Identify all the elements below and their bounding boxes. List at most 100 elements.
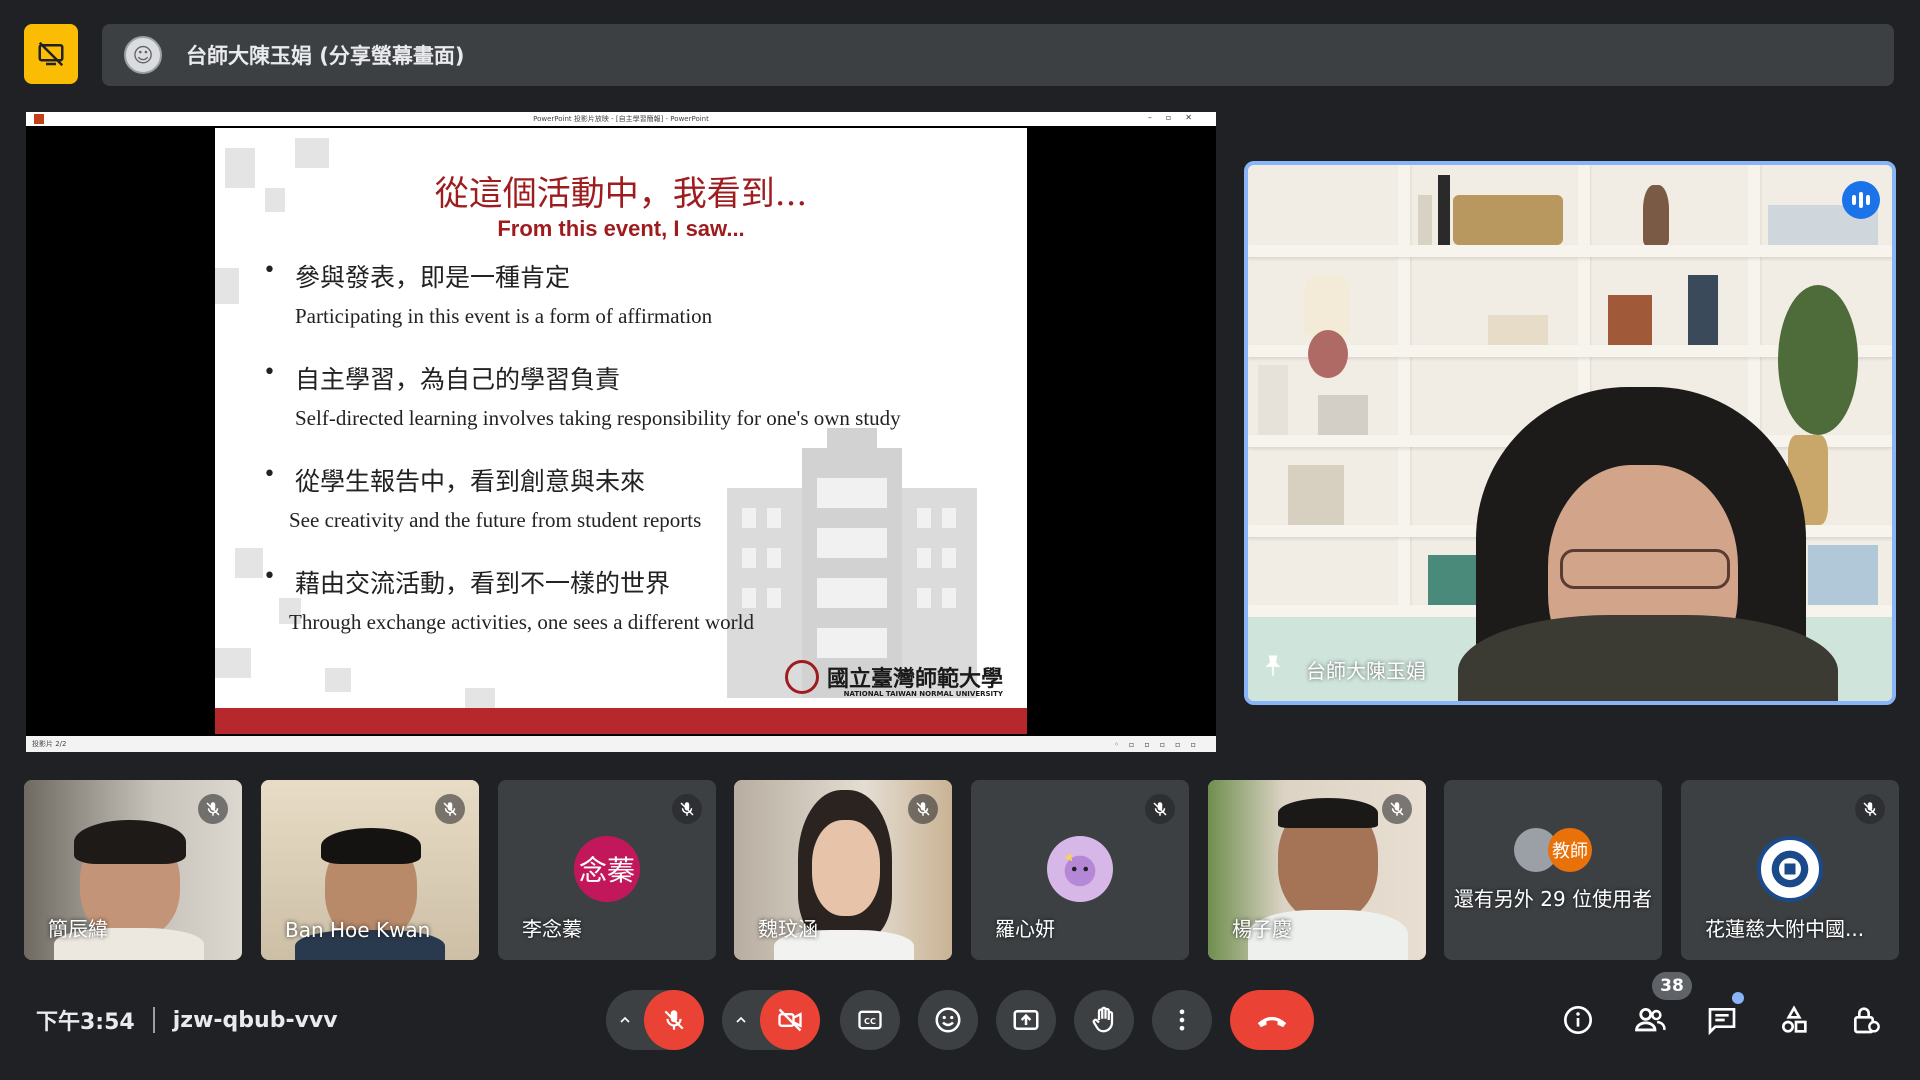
raise-hand-icon (1092, 1006, 1114, 1033)
shelf-lamp-base (1308, 330, 1348, 378)
pin-icon[interactable] (1260, 653, 1286, 685)
slide-decoration (235, 548, 263, 578)
bullet-english: Participating in this event is a form of… (295, 304, 713, 328)
slide-bullet: 從學生報告中，看到創意與未來 See creativity and the fu… (263, 462, 1003, 533)
host-controls-button[interactable] (1842, 996, 1890, 1044)
participant-tile[interactable]: 簡辰緯 (24, 780, 242, 960)
window-controls: –▫✕ (1147, 113, 1206, 122)
slide-subtitle: From this event, I saw... (497, 216, 745, 241)
participant-name: 羅心妍 (995, 917, 1055, 941)
participant-tile[interactable]: 花蓮慈大附中國... (1681, 780, 1899, 960)
participant-tile[interactable]: 羅心妍 (971, 780, 1189, 960)
participant-name: 花蓮慈大附中國... (1705, 917, 1865, 941)
slide-decoration (465, 688, 495, 708)
present-now-button[interactable] (996, 990, 1056, 1050)
camera-control[interactable] (722, 990, 820, 1050)
host-controls-icon (1854, 1007, 1880, 1034)
participant-avatar: 念蓁 (574, 836, 640, 902)
participant-tile[interactable]: Ban Hoe Kwan (261, 780, 479, 960)
view-controls: ◦▫▫▫▫▫ (1114, 739, 1206, 749)
participant-avatar (1757, 836, 1823, 902)
mic-off-icon (435, 794, 465, 824)
presenter-video-tile[interactable]: 台師大陳玉娟 (1244, 161, 1896, 705)
mic-off-icon (198, 794, 228, 824)
participant-face (812, 820, 880, 916)
participant-hair (321, 828, 421, 864)
camera-off-icon[interactable] (760, 990, 820, 1050)
present-screen-icon (1013, 1010, 1039, 1030)
shelf-book (1688, 275, 1718, 345)
more-options-button[interactable] (1152, 990, 1212, 1050)
participant-avatar: 教師 (1548, 828, 1592, 872)
speaking-icon (1842, 181, 1880, 219)
shelf-basket (1453, 195, 1563, 245)
stop-presenting-button[interactable] (24, 24, 78, 84)
bullet-chinese: 從學生報告中，看到創意與未來 (263, 462, 1003, 498)
reactions-button[interactable] (918, 990, 978, 1050)
presenter-name-row: 台師大陳玉娟 (1260, 653, 1426, 685)
presenter-title: 台師大陳玉娟 (分享螢幕畫面) (186, 44, 465, 68)
emoji-icon (935, 1007, 961, 1033)
activities-button[interactable] (1770, 996, 1818, 1044)
participant-hair (1278, 798, 1378, 828)
bullet-english: Through exchange activities, one sees a … (289, 610, 754, 634)
more-participants-tile[interactable]: 教師 還有另外 29 位使用者 (1444, 780, 1662, 960)
participant-hair (74, 820, 186, 864)
slide-decoration (215, 648, 251, 678)
university-seal-icon (784, 660, 819, 694)
captions-button[interactable]: CC (840, 990, 900, 1050)
mic-off-icon (1382, 794, 1412, 824)
meeting-code[interactable]: jzw-qbub-vvv (173, 1008, 338, 1033)
presenter-name: 台師大陳玉娟 (1306, 658, 1426, 683)
participant-tile[interactable]: 念蓁 李念蓁 (498, 780, 716, 960)
presentation-slide: 從這個活動中，我看到... From this event, I saw... … (215, 128, 1027, 734)
university-english-name: NATIONAL TAIWAN NORMAL UNIVERSITY (843, 690, 1003, 698)
slide-counter: 投影片 2/2 (32, 740, 67, 748)
meeting-info-button[interactable] (1554, 996, 1602, 1044)
bullet-english: See creativity and the future from stude… (289, 508, 702, 532)
participant-name: Ban Hoe Kwan (285, 918, 431, 942)
svg-text:CC: CC (864, 1016, 876, 1026)
shelf-book (1418, 195, 1432, 245)
meeting-time: 下午3:54 (36, 1010, 135, 1035)
shelf-vase (1643, 185, 1669, 245)
university-logo: 國立臺灣師範大學 NATIONAL TAIWAN NORMAL UNIVERSI… (784, 660, 1003, 698)
chevron-up-icon[interactable] (606, 990, 644, 1050)
divider (152, 1007, 155, 1033)
university-name: 國立臺灣師範大學 (826, 666, 1003, 692)
captions-icon: CC (858, 1010, 882, 1030)
cartoon-avatar-icon (1064, 853, 1096, 887)
mic-off-icon (1145, 794, 1175, 824)
shelf-book (1258, 365, 1288, 435)
presentation-bar: ☺ 台師大陳玉娟 (分享螢幕畫面) (102, 24, 1894, 86)
chat-icon (1708, 1008, 1736, 1036)
more-options-icon (1179, 1009, 1185, 1031)
slide-bullet: 自主學習，為自己的學習負責 Self-directed learning inv… (263, 360, 1003, 431)
chevron-up-icon[interactable] (722, 990, 760, 1050)
bullet-chinese: 自主學習，為自己的學習負責 (263, 360, 1003, 396)
meeting-details: 下午3:54 jzw-qbub-vvv (36, 1004, 338, 1036)
shelf-books (1488, 315, 1548, 345)
raise-hand-button[interactable] (1074, 990, 1134, 1050)
leave-call-button[interactable] (1230, 990, 1314, 1050)
shared-screen[interactable]: PowerPoint 投影片放映 - [自主學習簡報] - PowerPoint… (26, 112, 1216, 752)
participant-name: 李念蓁 (522, 917, 582, 941)
slide-title: 從這個活動中，我看到... (434, 174, 808, 214)
mic-off-icon[interactable] (644, 990, 704, 1050)
slide-footer-band (215, 708, 1027, 734)
ppt-window-titlebar: PowerPoint 投影片放映 - [自主學習簡報] - PowerPoint… (26, 112, 1216, 126)
presenter-glasses (1560, 549, 1730, 589)
mic-off-icon (1855, 794, 1885, 824)
participant-tile[interactable]: 楊子慶 (1208, 780, 1426, 960)
mic-off-icon (672, 794, 702, 824)
microphone-control[interactable] (606, 990, 704, 1050)
people-button[interactable] (1626, 996, 1674, 1044)
bullet-chinese: 藉由交流活動，看到不一樣的世界 (263, 564, 1003, 600)
bullet-chinese: 參與發表，即是一種肯定 (263, 258, 1003, 294)
shelf-plant (1778, 285, 1858, 435)
ppt-status-bar: 投影片 2/2 ◦▫▫▫▫▫ (26, 736, 1216, 752)
school-logo-icon (1771, 850, 1809, 888)
more-participants-label: 還有另外 29 位使用者 (1453, 887, 1653, 911)
presenter-body (1458, 615, 1838, 701)
participant-tile[interactable]: 魏玟涵 (734, 780, 952, 960)
